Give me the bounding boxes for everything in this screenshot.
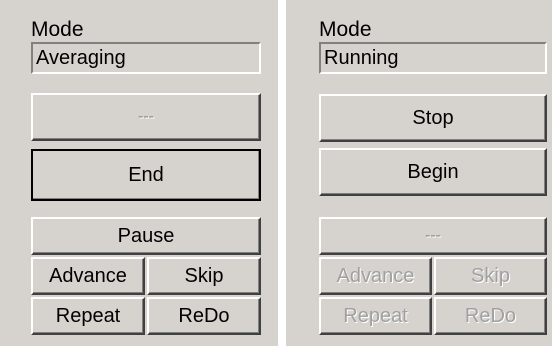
pause-button[interactable]: Pause [31,217,261,255]
stop-button[interactable]: Stop [319,94,547,142]
mode-label: Mode [319,18,372,41]
right-control-panel: Mode Running Stop Begin --- Advance Skip… [286,0,552,346]
mode-field: Averaging [31,42,261,74]
redo-button[interactable]: ReDo [147,297,261,335]
begin-button[interactable]: Begin [319,148,547,196]
redo-button: ReDo [434,297,547,335]
end-button[interactable]: End [31,149,261,201]
left-control-panel: Mode Averaging --- End Pause Advance Ski… [0,0,278,346]
skip-button[interactable]: Skip [147,257,261,295]
placeholder-button: --- [31,93,261,141]
placeholder-button: --- [319,217,547,255]
mode-field: Running [319,42,547,74]
advance-button[interactable]: Advance [31,257,145,295]
advance-button: Advance [319,257,432,295]
repeat-button: Repeat [319,297,432,335]
mode-label: Mode [31,18,84,41]
repeat-button[interactable]: Repeat [31,297,145,335]
skip-button: Skip [434,257,547,295]
